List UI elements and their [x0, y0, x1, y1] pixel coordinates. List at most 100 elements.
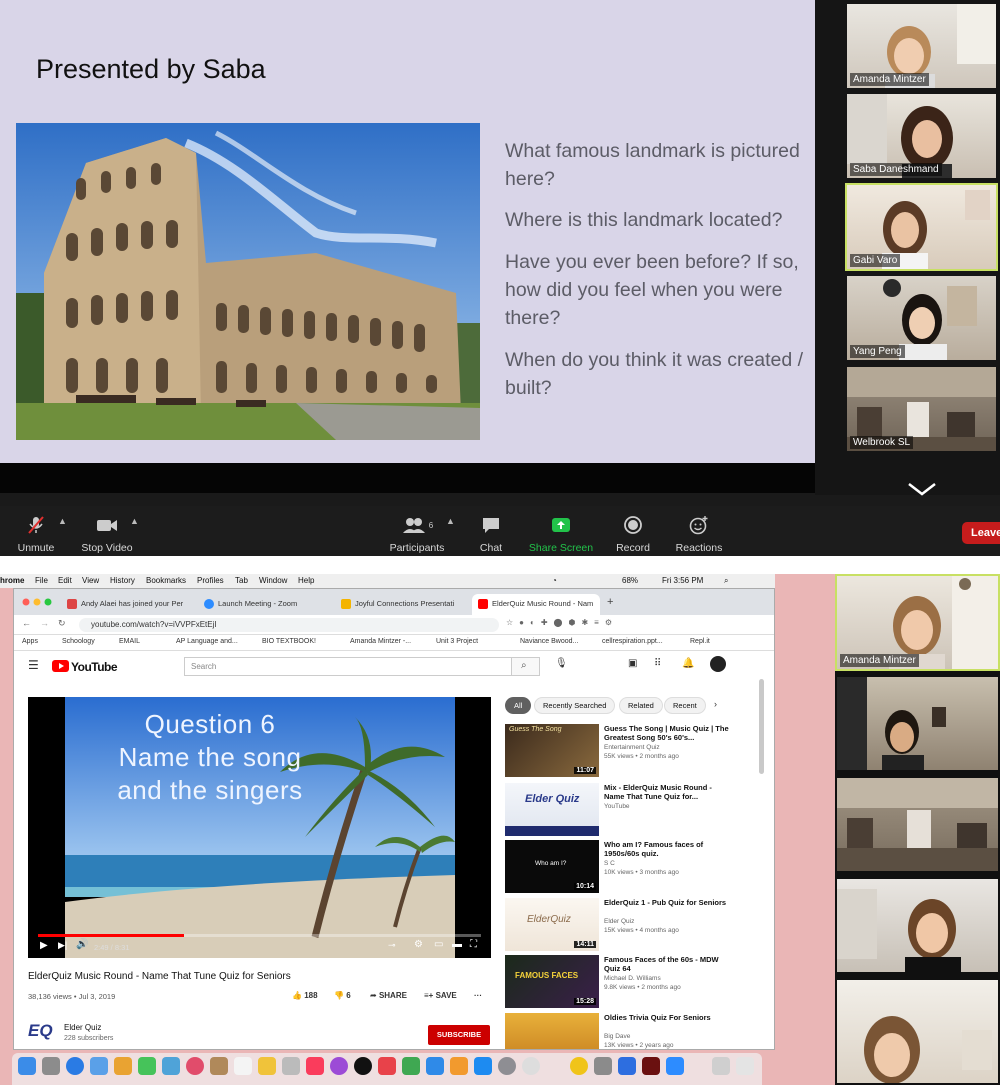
system-preferences-icon[interactable] [498, 1057, 516, 1075]
theater-mode-icon[interactable]: ▬ [452, 939, 462, 950]
chrome-icon[interactable] [570, 1057, 588, 1075]
fullscreen-icon[interactable]: ⛶ [470, 939, 477, 950]
participant-tile-active-speaker[interactable]: Gabi Varo [845, 183, 998, 271]
caret-up-icon[interactable]: ▲ [58, 516, 67, 526]
downloads-icon[interactable] [712, 1057, 730, 1075]
more-options-icon[interactable]: ··· [474, 991, 482, 1000]
launchpad-icon[interactable] [42, 1057, 60, 1075]
volume-icon[interactable]: 🔊 [76, 939, 88, 950]
menu-item[interactable]: Window [259, 576, 287, 585]
chip-recently-searched[interactable]: Recently Searched [534, 697, 616, 714]
recommended-mix[interactable]: Elder Quiz Mix - ElderQuiz Music Round -… [505, 783, 745, 838]
chip-related[interactable]: Related [619, 697, 663, 714]
youtube-logo[interactable]: YouTube [71, 660, 118, 674]
share-button[interactable]: ➦ SHARE [370, 991, 407, 1000]
participant-tile[interactable]: Yang Peng [845, 274, 998, 362]
bookmark[interactable]: BIO TEXTBOOK! [262, 638, 316, 645]
browser-tab[interactable]: Launch Meeting - Zoom [198, 594, 333, 615]
recommended-video[interactable]: Who am I? 10:14 Who am I? Famous faces o… [505, 840, 745, 895]
menu-item[interactable]: Profiles [197, 576, 224, 585]
youtube-logo-icon[interactable] [52, 660, 69, 672]
bookmark[interactable]: Schoology [62, 638, 95, 645]
play-icon[interactable]: ▶ [40, 940, 48, 951]
trash-icon[interactable] [736, 1057, 754, 1075]
menu-item[interactable]: Bookmarks [146, 576, 186, 585]
preview-icon[interactable] [594, 1057, 612, 1075]
reload-icon[interactable]: ↻ [58, 618, 66, 629]
notes-icon[interactable] [210, 1057, 228, 1075]
progress-bar[interactable] [38, 934, 481, 937]
channel-name[interactable]: Elder Quiz [64, 1023, 101, 1032]
menu-item[interactable]: View [82, 576, 99, 585]
app-icon[interactable] [642, 1057, 660, 1075]
calendar-icon[interactable] [234, 1057, 252, 1075]
share-screen-button[interactable]: Share Screen [522, 514, 600, 554]
back-icon[interactable]: ← [22, 618, 31, 628]
participant-tile-active-speaker[interactable]: Amanda Mintzer [835, 574, 1000, 671]
chat-button[interactable]: Chat [452, 514, 530, 554]
facetime-icon[interactable] [162, 1057, 180, 1075]
save-button[interactable]: ≡+ SAVE [424, 991, 457, 1000]
settings-gear-icon[interactable]: ⚙ [414, 939, 423, 950]
contacts-icon[interactable] [114, 1057, 132, 1075]
bookmark-apps[interactable]: Apps [22, 638, 38, 645]
next-icon[interactable]: ▶| [58, 940, 67, 951]
microphone-icon[interactable]: 🎙 [555, 658, 568, 669]
chevron-right-icon[interactable]: › [714, 699, 717, 709]
finder-icon[interactable] [18, 1057, 36, 1075]
search-input[interactable]: Search [184, 657, 512, 676]
recommended-video[interactable]: Oldies Trivia Quiz For Seniors Big Dave … [505, 1013, 745, 1049]
bookmark[interactable]: AP Language and... [176, 638, 238, 645]
recommended-video[interactable]: ElderQuiz 14:11 ElderQuiz 1 - Pub Quiz f… [505, 898, 745, 953]
bookmark[interactable]: Unit 3 Project [436, 638, 478, 645]
browser-tab[interactable]: Andy Alaei has joined your Per [61, 594, 196, 615]
browser-tab[interactable]: Joyful Connections Presentati [335, 594, 470, 615]
menu-item[interactable]: Edit [58, 576, 72, 585]
url-field[interactable]: youtube.com/watch?v=iVVPFxEtEjI [79, 618, 499, 632]
r-app-icon[interactable] [618, 1057, 636, 1075]
subscribe-button[interactable]: SUBSCRIBE [428, 1025, 490, 1045]
caret-up-icon[interactable]: ▲ [130, 516, 139, 526]
participant-tile[interactable] [835, 675, 1000, 772]
video-player[interactable]: Question 6 Name the song and the singers… [28, 697, 491, 958]
numbers-icon[interactable] [402, 1057, 420, 1075]
scrollbar[interactable] [759, 679, 764, 774]
menu-item[interactable]: Tab [235, 576, 248, 585]
participant-tile[interactable] [835, 978, 1000, 1085]
menu-app-name[interactable]: hrome [0, 576, 24, 585]
menu-item[interactable]: History [110, 576, 135, 585]
photos-icon[interactable] [186, 1057, 204, 1075]
new-tab-icon[interactable]: + [607, 596, 613, 608]
music-icon[interactable] [306, 1057, 324, 1075]
miniplayer-icon[interactable]: ▭ [434, 939, 443, 950]
bell-icon[interactable]: 🔔 [682, 658, 694, 669]
safari-icon[interactable] [66, 1057, 84, 1075]
zoom-dock-icon[interactable] [666, 1057, 684, 1075]
reminders-icon[interactable] [282, 1057, 300, 1075]
menu-item[interactable]: Help [298, 576, 314, 585]
mail-icon[interactable] [90, 1057, 108, 1075]
channel-avatar[interactable]: EQ [28, 1021, 54, 1047]
tv-icon[interactable] [354, 1057, 372, 1075]
chip-all[interactable]: All [505, 697, 532, 714]
messages-icon[interactable] [138, 1057, 156, 1075]
bookmark[interactable]: Naviance Bwood... [520, 638, 578, 645]
participants-button[interactable]: 6 Participants [378, 514, 456, 554]
apps-grid-icon[interactable]: ⠿ [654, 658, 661, 669]
search-icon[interactable]: ⌕ [724, 576, 728, 586]
chevron-down-icon[interactable] [905, 480, 939, 498]
leave-button[interactable]: Leave [962, 522, 1000, 544]
bookmark[interactable]: Repl.it [690, 638, 710, 645]
browser-tab-active[interactable]: ElderQuiz Music Round - Nam [472, 594, 600, 615]
extension-icons[interactable]: ☆●◐✚⬤⬢✱≡⚙ [506, 618, 618, 627]
window-controls[interactable] [22, 598, 58, 606]
wifi-icon[interactable]: ◔ [552, 576, 557, 585]
like-button[interactable]: 👍 188 [292, 991, 318, 1000]
chip-recent[interactable]: Recent [664, 697, 706, 714]
forward-icon[interactable]: → [40, 618, 49, 628]
bookmark[interactable]: Amanda Mintzer -... [350, 638, 411, 645]
battery-level[interactable]: 68% [622, 576, 638, 585]
participant-tile[interactable]: Welbrook SL [845, 365, 998, 453]
menu-item[interactable]: File [35, 576, 48, 585]
pages-icon[interactable] [450, 1057, 468, 1075]
